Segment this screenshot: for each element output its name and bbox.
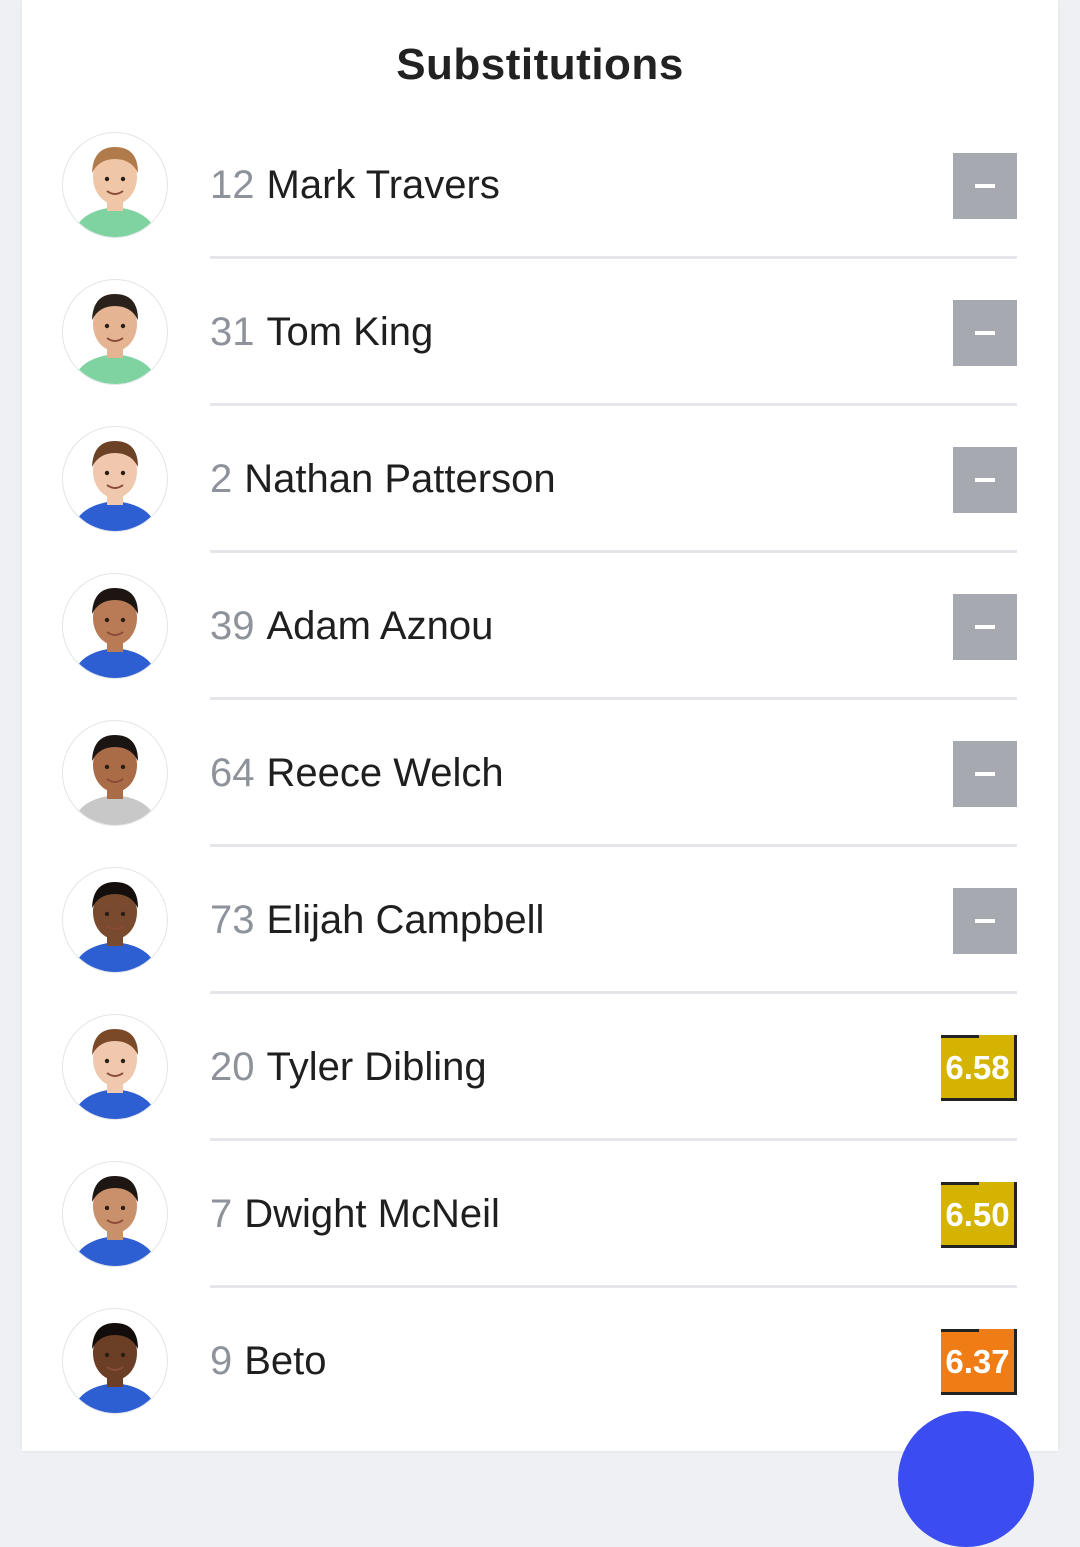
no-rating-badge bbox=[953, 594, 1017, 660]
player-label: 64 Reece Welch bbox=[210, 748, 504, 798]
player-number: 39 bbox=[210, 604, 255, 648]
player-label: 7 Dwight McNeil bbox=[210, 1189, 500, 1239]
player-name: Mark Travers bbox=[266, 163, 500, 207]
player-avatar bbox=[62, 132, 168, 238]
dash-icon bbox=[975, 478, 995, 482]
no-rating-badge bbox=[953, 300, 1017, 366]
section-title: Substitutions bbox=[396, 40, 684, 89]
player-number: 12 bbox=[210, 163, 255, 207]
player-label: 2 Nathan Patterson bbox=[210, 454, 556, 504]
player-avatar bbox=[62, 1308, 168, 1414]
player-name: Tyler Dibling bbox=[266, 1045, 487, 1089]
player-row[interactable]: 7 Dwight McNeil 6.50 bbox=[22, 1141, 1058, 1288]
player-avatar bbox=[62, 1161, 168, 1267]
player-name: Adam Aznou bbox=[266, 604, 494, 648]
player-row[interactable]: 2 Nathan Patterson bbox=[22, 406, 1058, 553]
player-name: Reece Welch bbox=[266, 751, 504, 795]
dash-icon bbox=[975, 919, 995, 923]
no-rating-badge bbox=[953, 888, 1017, 954]
player-label: 9 Beto bbox=[210, 1336, 327, 1386]
player-name: Dwight McNeil bbox=[244, 1192, 500, 1236]
player-label: 31 Tom King bbox=[210, 307, 433, 357]
player-number: 20 bbox=[210, 1045, 255, 1089]
dash-icon bbox=[975, 331, 995, 335]
player-avatar bbox=[62, 720, 168, 826]
player-avatar bbox=[62, 573, 168, 679]
player-name: Tom King bbox=[266, 310, 434, 354]
player-row[interactable]: 73 Elijah Campbell bbox=[22, 847, 1058, 994]
player-avatar bbox=[62, 1014, 168, 1120]
player-number: 2 bbox=[210, 457, 233, 501]
player-label: 39 Adam Aznou bbox=[210, 601, 493, 651]
rating-badge: 6.37 bbox=[941, 1329, 1017, 1395]
player-number: 64 bbox=[210, 751, 255, 795]
player-row[interactable]: 64 Reece Welch bbox=[22, 700, 1058, 847]
dash-icon bbox=[975, 184, 995, 188]
player-row[interactable]: 31 Tom King bbox=[22, 259, 1058, 406]
dash-icon bbox=[975, 772, 995, 776]
rating-badge: 6.50 bbox=[941, 1182, 1017, 1248]
player-name: Elijah Campbell bbox=[266, 898, 545, 942]
substitutes-list: 12 Mark Travers 31 Tom King 2 Nathan Patterso… bbox=[22, 112, 1058, 1435]
player-label: 73 Elijah Campbell bbox=[210, 895, 544, 945]
player-row[interactable]: 39 Adam Aznou bbox=[22, 553, 1058, 700]
no-rating-badge bbox=[953, 447, 1017, 513]
player-number: 73 bbox=[210, 898, 255, 942]
player-row[interactable]: 9 Beto 6.37 bbox=[22, 1288, 1058, 1435]
substitutions-card: Substitutions 12 Mark Travers 31 Tom King 2 N… bbox=[22, 0, 1058, 1451]
player-number: 31 bbox=[210, 310, 255, 354]
rating-badge: 6.58 bbox=[941, 1035, 1017, 1101]
player-avatar bbox=[62, 279, 168, 385]
player-row[interactable]: 12 Mark Travers bbox=[22, 112, 1058, 259]
player-label: 20 Tyler Dibling bbox=[210, 1042, 487, 1092]
no-rating-badge bbox=[953, 153, 1017, 219]
player-number: 9 bbox=[210, 1339, 233, 1383]
player-name: Beto bbox=[244, 1339, 327, 1383]
player-label: 12 Mark Travers bbox=[210, 160, 500, 210]
player-row[interactable]: 20 Tyler Dibling 6.58 bbox=[22, 994, 1058, 1141]
player-name: Nathan Patterson bbox=[244, 457, 556, 501]
player-avatar bbox=[62, 867, 168, 973]
player-avatar bbox=[62, 426, 168, 532]
no-rating-badge bbox=[953, 741, 1017, 807]
player-number: 7 bbox=[210, 1192, 233, 1236]
dash-icon bbox=[975, 625, 995, 629]
floating-action-button[interactable] bbox=[898, 1411, 1034, 1547]
